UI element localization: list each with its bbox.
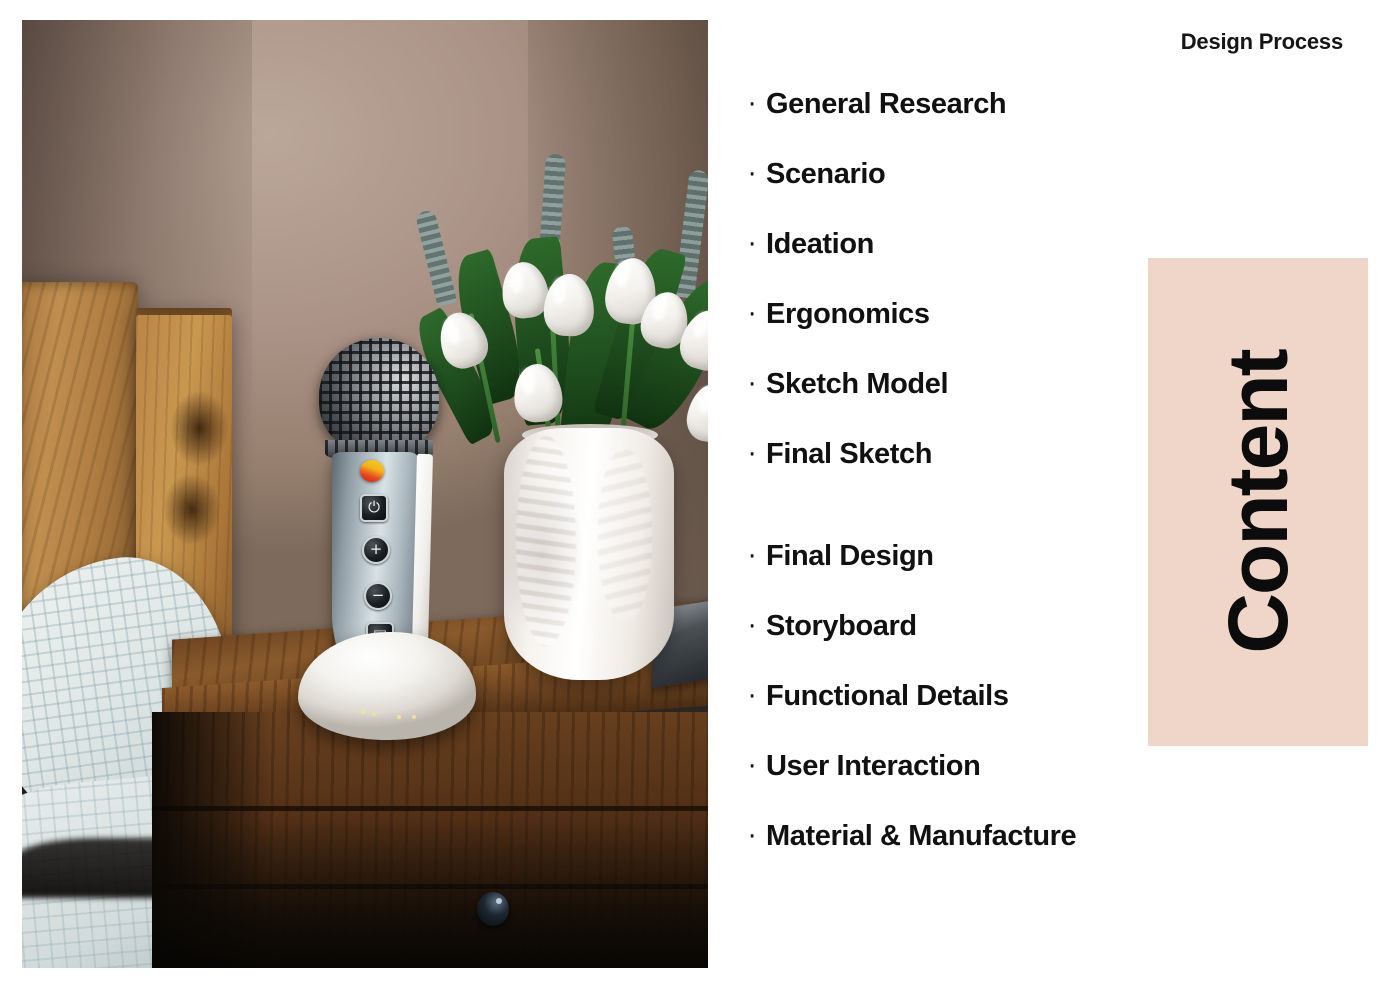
volume-up-button[interactable]: +	[362, 536, 390, 564]
bullet-icon: ·	[748, 370, 757, 400]
list-item[interactable]: · General Research	[748, 88, 1218, 158]
list-item-label: General Research	[766, 88, 1007, 120]
content-panel-label: Content	[1211, 350, 1305, 654]
list-item-label: Functional Details	[766, 680, 1009, 712]
list-item-label: User Interaction	[766, 750, 981, 782]
tulip-bouquet	[406, 153, 708, 457]
list-item-label: Sketch Model	[766, 368, 949, 400]
bullet-icon: ·	[748, 230, 757, 260]
bullet-icon: ·	[748, 440, 757, 470]
power-button[interactable]: ⏻	[360, 494, 388, 522]
dock-led-indicator	[397, 715, 401, 719]
content-panel: Content	[1148, 258, 1368, 746]
list-item-label: Final Sketch	[766, 438, 933, 470]
status-indicator-icon	[360, 460, 384, 482]
slide-canvas: ⏻ + − ▣ Design Process · General Researc…	[0, 0, 1400, 990]
bullet-icon: ·	[748, 682, 757, 712]
list-item[interactable]: · Material & Manufacture	[748, 820, 1218, 890]
list-item-label: Ideation	[766, 228, 874, 260]
list-item-label: Material & Manufacture	[766, 820, 1077, 852]
bullet-icon: ·	[748, 822, 757, 852]
photo-scene: ⏻ + − ▣	[22, 20, 708, 968]
list-item-label: Storyboard	[766, 610, 917, 642]
dock-led-indicator	[372, 712, 376, 716]
volume-down-button[interactable]: −	[364, 582, 392, 610]
list-item[interactable]: · Scenario	[748, 158, 1218, 228]
lavender-sprig	[414, 209, 458, 307]
bullet-icon: ·	[748, 542, 757, 572]
bullet-icon: ·	[748, 160, 757, 190]
page-title: Design Process	[1180, 29, 1343, 54]
dock-led-indicator	[412, 715, 416, 719]
list-item-label: Final Design	[766, 540, 934, 572]
bullet-icon: ·	[748, 612, 757, 642]
list-item-label: Scenario	[766, 158, 886, 190]
bullet-icon: ·	[748, 90, 757, 120]
dock-led-indicator	[361, 710, 365, 714]
drawer-knob	[477, 892, 509, 926]
list-item-label: Ergonomics	[766, 298, 930, 330]
microphone-grille-icon	[319, 338, 439, 454]
bullet-icon: ·	[748, 300, 757, 330]
bullet-icon: ·	[748, 752, 757, 782]
product-photo: ⏻ + − ▣	[22, 20, 708, 968]
nightstand-shadow-bottom	[152, 818, 708, 968]
list-item[interactable]: · User Interaction	[748, 750, 1218, 820]
ceramic-vase	[504, 428, 674, 680]
